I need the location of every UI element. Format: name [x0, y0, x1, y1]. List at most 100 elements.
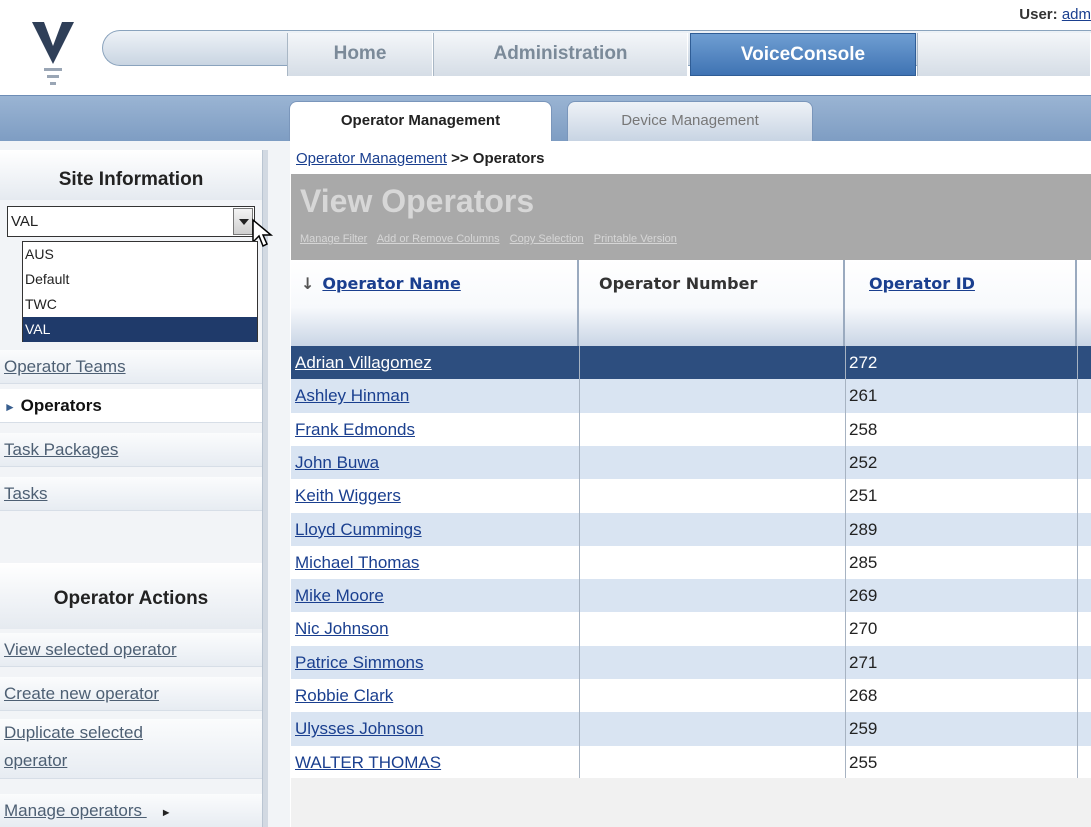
column-header-operator-id[interactable]: Operator ID — [845, 260, 1077, 346]
operator-name-cell[interactable]: Michael Thomas — [295, 546, 419, 580]
column-divider — [845, 512, 846, 547]
column-divider — [579, 479, 580, 514]
column-divider — [845, 346, 846, 380]
table-row[interactable]: Nic Johnson 270 — [291, 612, 1091, 647]
column-divider — [1077, 512, 1078, 547]
operator-id-cell: 289 — [849, 519, 878, 539]
table-row[interactable]: Patrice Simmons 271 — [291, 645, 1091, 680]
column-divider — [1077, 745, 1078, 780]
user-label: User: — [1019, 6, 1058, 23]
duplicate-line-1: Duplicate selected — [4, 723, 143, 742]
table-row[interactable]: Ashley Hinman 261 — [291, 379, 1091, 414]
column-divider — [1077, 479, 1078, 514]
tab-administration[interactable]: Administration — [433, 33, 688, 76]
table-row[interactable]: Lloyd Cummings 289 — [291, 512, 1091, 547]
column-divider — [1077, 445, 1078, 480]
breadcrumb-current: >> Operators — [451, 150, 545, 167]
duplicate-line-2: operator — [4, 751, 68, 770]
column-divider — [579, 545, 580, 580]
sidebar-item-tasks[interactable]: Tasks — [0, 477, 262, 511]
operator-name-cell[interactable]: Patrice Simmons — [295, 646, 423, 680]
user-link[interactable]: adm — [1062, 6, 1091, 23]
column-divider — [845, 479, 846, 514]
column-divider — [845, 379, 846, 414]
sidebar-item-operators-label: Operators — [20, 396, 102, 415]
sidebar-splitter[interactable] — [262, 150, 268, 827]
operator-name-cell[interactable]: Lloyd Cummings — [295, 513, 422, 547]
operator-id-cell: 261 — [849, 386, 878, 406]
caret-right-icon: ► — [160, 807, 172, 819]
table-row[interactable]: Mike Moore 269 — [291, 579, 1091, 614]
subtab-device-management[interactable]: Device Management — [567, 101, 813, 141]
copy-selection-link[interactable]: Copy Selection — [510, 233, 584, 245]
create-new-operator-link[interactable]: Create new operator — [0, 677, 262, 711]
operator-name-cell[interactable]: Frank Edmonds — [295, 413, 415, 447]
operator-id-cell: 269 — [849, 586, 878, 606]
column-divider — [1077, 579, 1078, 614]
column-divider — [845, 712, 846, 747]
operator-id-cell: 252 — [849, 452, 878, 472]
sidebar-item-task-packages[interactable]: Task Packages — [0, 433, 262, 467]
table-row[interactable]: Adrian Villagomez 272 — [291, 346, 1091, 380]
operator-name-cell[interactable]: Mike Moore — [295, 579, 384, 613]
operator-name-cell[interactable]: Nic Johnson — [295, 612, 389, 646]
app-header: User: adm Home Administration VoiceConso… — [0, 0, 1091, 95]
column-divider — [1077, 612, 1078, 647]
site-select[interactable]: VAL — [7, 206, 255, 237]
column-header-operator-number[interactable]: Operator Number — [579, 260, 845, 346]
column-divider — [845, 645, 846, 680]
site-option-twc[interactable]: TWC — [23, 292, 257, 317]
column-header-operator-name[interactable]: ↓ Operator Name — [291, 260, 579, 346]
table-actions: Manage Filter Add or Remove Columns Copy… — [300, 233, 684, 245]
add-remove-columns-link[interactable]: Add or Remove Columns — [377, 233, 500, 245]
table-row[interactable]: Frank Edmonds 258 — [291, 412, 1091, 447]
site-select-value: VAL — [11, 213, 39, 230]
column-divider — [1077, 679, 1078, 713]
table-row[interactable]: Robbie Clark 268 — [291, 679, 1091, 713]
site-option-val[interactable]: VAL — [23, 317, 257, 342]
site-information-heading: Site Information — [0, 150, 262, 200]
table-row[interactable]: Ulysses Johnson 259 — [291, 712, 1091, 747]
printable-version-link[interactable]: Printable Version — [594, 233, 677, 245]
manage-operators-menu[interactable]: Manage operators ► — [0, 794, 262, 827]
operator-name-cell[interactable]: Keith Wiggers — [295, 479, 401, 513]
duplicate-selected-operator-link[interactable]: Duplicate selected operator — [0, 719, 262, 779]
operator-id-cell: 268 — [849, 686, 878, 705]
site-option-default[interactable]: Default — [23, 267, 257, 292]
sidebar-item-operators[interactable]: ► Operators — [0, 389, 262, 423]
column-divider — [1077, 545, 1078, 580]
operator-id-cell: 270 — [849, 619, 878, 639]
column-divider — [845, 545, 846, 580]
table-row[interactable]: John Buwa 252 — [291, 445, 1091, 480]
breadcrumb-link[interactable]: Operator Management — [296, 150, 447, 167]
column-divider — [579, 379, 580, 414]
sidebar-item-operator-teams[interactable]: Operator Teams — [0, 350, 262, 384]
column-divider — [579, 346, 580, 380]
view-selected-operator-link[interactable]: View selected operator — [0, 633, 262, 667]
table-row[interactable]: Michael Thomas 285 — [291, 545, 1091, 580]
tab-home[interactable]: Home — [287, 33, 433, 76]
subtab-operator-management[interactable]: Operator Management — [289, 101, 552, 141]
column-divider — [579, 712, 580, 747]
table-row[interactable]: WALTER THOMAS 255 — [291, 745, 1091, 780]
operator-id-cell: 255 — [849, 752, 878, 772]
operator-id-cell: 272 — [849, 353, 878, 372]
chevron-down-icon[interactable] — [233, 208, 253, 235]
table-row[interactable]: Keith Wiggers 251 — [291, 479, 1091, 514]
operator-actions-heading: Operator Actions — [0, 563, 262, 629]
operator-name-cell[interactable]: WALTER THOMAS — [295, 746, 441, 780]
manage-filter-link[interactable]: Manage Filter — [300, 233, 367, 245]
column-divider — [579, 745, 580, 780]
operator-name-cell[interactable]: John Buwa — [295, 446, 379, 480]
operator-name-cell[interactable]: Ulysses Johnson — [295, 712, 424, 746]
column-divider — [845, 612, 846, 647]
column-divider — [579, 579, 580, 614]
column-divider — [1077, 412, 1078, 447]
tab-voiceconsole[interactable]: VoiceConsole — [690, 33, 916, 76]
site-option-aus[interactable]: AUS — [23, 242, 257, 267]
operator-name-cell[interactable]: Adrian Villagomez — [295, 346, 432, 380]
breadcrumb: Operator Management >> Operators — [296, 150, 544, 167]
column-divider — [579, 612, 580, 647]
operator-name-cell[interactable]: Robbie Clark — [295, 679, 393, 713]
operator-name-cell[interactable]: Ashley Hinman — [295, 379, 409, 413]
